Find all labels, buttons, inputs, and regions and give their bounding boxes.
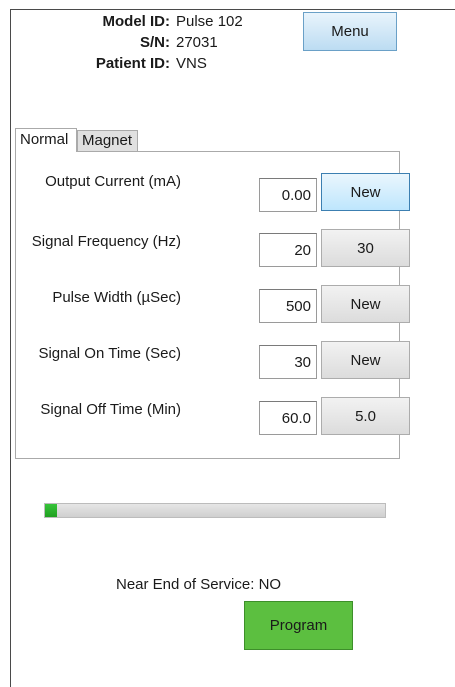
patient-id-value: VNS: [176, 55, 207, 72]
pulse-width-value[interactable]: 500: [259, 289, 317, 323]
signal-on-time-label: Signal On Time (Sec): [38, 345, 181, 362]
output-current-value[interactable]: 0.00: [259, 178, 317, 212]
progress-bar-fill: [45, 504, 57, 517]
parameters-panel: Output Current (mA) 0.00 New Signal Freq…: [15, 151, 410, 459]
tab-normal[interactable]: Normal: [15, 128, 77, 152]
signal-on-time-value[interactable]: 30: [259, 345, 317, 379]
signal-off-time-value[interactable]: 60.0: [259, 401, 317, 435]
tab-magnet[interactable]: Magnet: [77, 130, 138, 152]
signal-on-time-new-button[interactable]: New: [321, 341, 410, 379]
progress-bar: [44, 503, 386, 518]
signal-off-time-new-button[interactable]: 5.0: [321, 397, 410, 435]
serial-value: 27031: [176, 34, 218, 51]
signal-frequency-value[interactable]: 20: [259, 233, 317, 267]
output-current-new-button[interactable]: New: [321, 173, 410, 211]
menu-button[interactable]: Menu: [303, 12, 397, 51]
end-of-service-status: Near End of Service: NO: [116, 576, 282, 593]
pulse-width-label: Pulse Width (µSec): [52, 289, 181, 306]
signal-off-time-label: Signal Off Time (Min): [40, 401, 181, 418]
signal-frequency-label: Signal Frequency (Hz): [31, 233, 181, 250]
patient-id-row: Patient ID: VNS: [0, 55, 300, 73]
signal-frequency-new-button[interactable]: 30: [321, 229, 410, 267]
pulse-width-new-button[interactable]: New: [321, 285, 410, 323]
patient-id-label: Patient ID:: [95, 55, 170, 72]
model-id-label: Model ID:: [102, 13, 171, 30]
output-current-label: Output Current (mA): [45, 173, 181, 190]
program-button[interactable]: Program: [244, 601, 353, 650]
model-id-row: Model ID: Pulse 102: [0, 13, 300, 31]
serial-row: S/N: 27031: [0, 34, 300, 52]
model-id-value: Pulse 102: [176, 13, 243, 30]
serial-label: S/N:: [140, 34, 170, 51]
